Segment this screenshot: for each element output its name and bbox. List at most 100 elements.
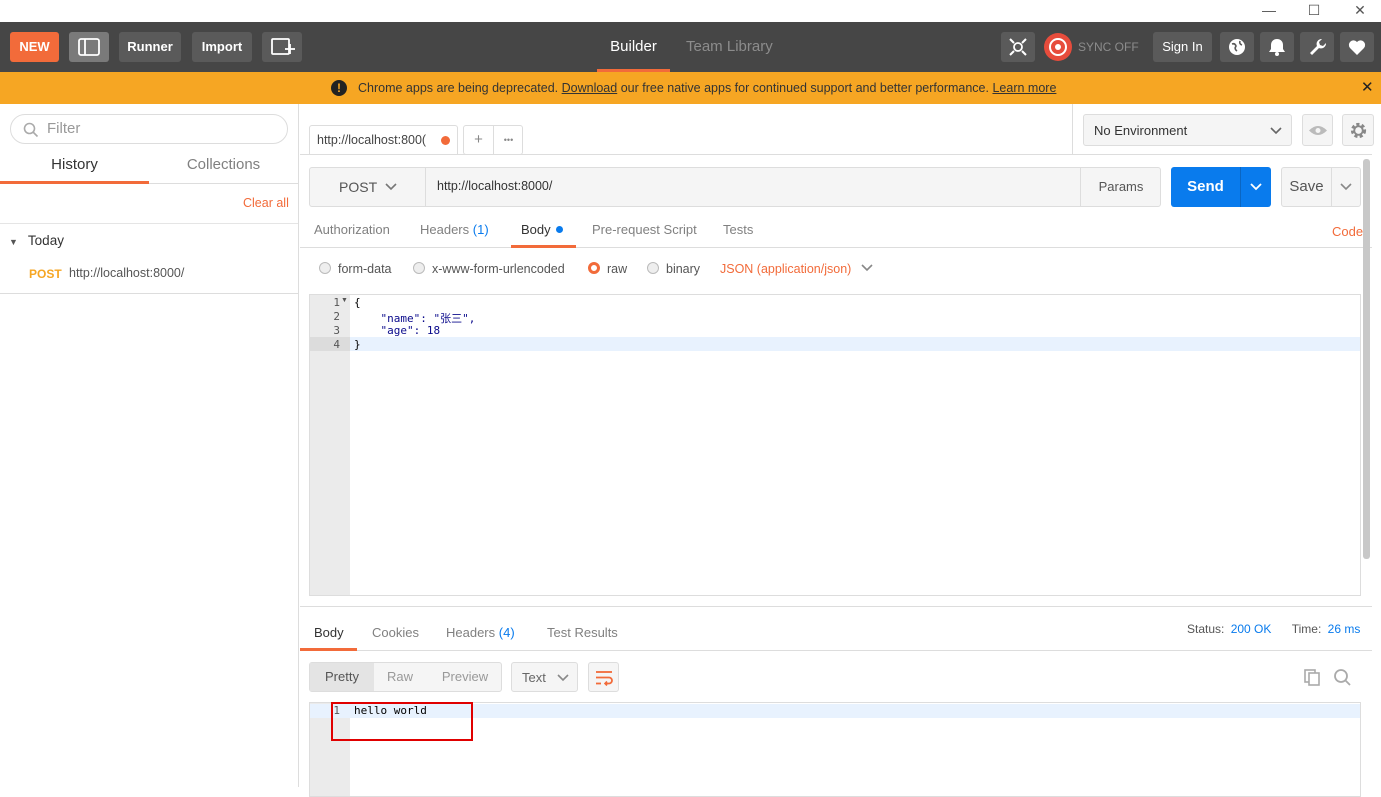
body-indicator-dot [556,226,564,233]
new-tab-button[interactable]: + [464,126,494,154]
banner-prefix: Chrome apps are being deprecated. [358,81,559,95]
wrap-lines-button[interactable] [588,662,619,692]
radio-form-data[interactable]: form-data [319,254,392,284]
sync-button[interactable] [1043,32,1073,62]
chevron-down-icon [1270,127,1282,135]
tab-history[interactable]: History [0,148,149,184]
favorites-button[interactable] [1340,32,1374,62]
section-divider [300,606,1372,607]
wrap-lines-icon [596,671,613,686]
unsaved-dot-icon [441,136,450,145]
sign-in-button[interactable]: Sign In [1153,32,1212,62]
send-button[interactable]: Send [1171,167,1240,207]
history-group-today[interactable]: ▼ Today [9,233,64,248]
response-tab-headers[interactable]: Headers (4) [446,615,515,651]
radio-button [647,262,659,274]
url-input[interactable]: http://localhost:8000/ [427,168,1080,206]
radio-button [413,262,425,274]
tab-builder[interactable]: Builder [597,22,670,72]
minimize-button[interactable]: — [1246,0,1292,22]
method-value: POST [339,179,378,195]
radio-button [319,262,331,274]
learn-more-link[interactable]: Learn more [992,81,1056,95]
response-meta: Status: 200 OK Time: 26 ms [1187,622,1360,636]
params-button[interactable]: Params [1080,168,1161,206]
tab-team-library[interactable]: Team Library [686,22,773,72]
history-item[interactable]: POST http://localhost:8000/ [0,258,298,294]
radio-label: binary [666,262,701,276]
method-select[interactable]: POST [310,168,426,206]
save-options-button[interactable] [1331,168,1360,206]
download-link[interactable]: Download [562,81,618,95]
tab-headers-label: Headers [420,222,470,237]
view-pretty-button[interactable]: Pretty [310,663,374,691]
sync-status: SYNC OFF [1078,40,1139,54]
heart-icon [1348,40,1366,55]
eye-icon [1309,126,1327,135]
save-button[interactable]: Save [1282,168,1331,206]
response-tab-cookies[interactable]: Cookies [372,615,419,651]
save-button-group: Save [1281,167,1361,207]
interceptor-button[interactable] [1001,32,1035,62]
tab-more-button[interactable]: ••• [494,126,523,154]
content-type-select[interactable]: JSON (application/json) [720,254,873,284]
new-window-button[interactable] [262,32,302,62]
search-icon [23,122,39,138]
radio-raw[interactable]: raw [588,254,627,284]
import-button[interactable]: Import [192,32,252,62]
response-tabs: Body Cookies Headers (4) Test Results St… [300,615,1372,651]
tab-pre-request-script[interactable]: Pre-request Script [592,212,697,248]
chevron-down-icon [861,264,873,272]
filter-input[interactable]: Filter [10,114,288,144]
new-button[interactable]: NEW [10,32,59,62]
runner-button[interactable]: Runner [119,32,181,62]
tab-authorization[interactable]: Authorization [314,212,390,248]
copy-icon[interactable] [1303,668,1322,687]
status-label: Status: [1187,622,1225,636]
fold-caret-icon[interactable]: ▼ [341,297,348,304]
response-tab-body[interactable]: Body [300,615,357,651]
quick-look-button[interactable] [1302,114,1333,146]
manage-environments-button[interactable] [1342,114,1374,146]
code-link[interactable]: Code [1332,214,1363,250]
tab-collections[interactable]: Collections [149,148,298,184]
radio-button-selected [588,262,600,274]
request-tab[interactable]: http://localhost:800( [309,125,458,155]
environment-select[interactable]: No Environment [1083,114,1292,146]
response-format-select[interactable]: Text [511,662,578,692]
banner-middle: our free native apps for continued suppo… [620,81,989,95]
satellite-icon [1009,38,1027,56]
response-tab-test-results[interactable]: Test Results [547,615,618,651]
toggle-sidebar-button[interactable] [69,32,109,62]
radio-binary[interactable]: binary [647,254,700,284]
close-window-button[interactable]: ✕ [1337,0,1381,22]
tab-tests[interactable]: Tests [723,212,753,248]
radio-label: x-www-form-urlencoded [432,262,565,276]
tab-body[interactable]: Body [511,212,576,248]
sync-icon [1044,33,1072,61]
status-value: 200 OK [1230,622,1272,636]
runtime-status-button[interactable] [1220,32,1254,62]
environment-selected: No Environment [1094,123,1188,138]
code-line: { [354,296,361,309]
search-icon[interactable] [1333,668,1352,687]
request-subtabs: Authorization Headers (1) Body Pre-reque… [300,212,1372,248]
group-label: Today [27,233,64,248]
warning-icon: ! [331,80,347,96]
maximize-button[interactable]: ☐ [1291,0,1337,22]
view-preview-button[interactable]: Preview [430,663,500,691]
sidebar: Filter History Collections Clear all ▼ To… [0,104,299,787]
chevron-down-icon [557,674,569,682]
main-scrollbar[interactable] [1363,159,1370,559]
radio-urlencoded[interactable]: x-www-form-urlencoded [413,254,565,284]
tab-headers[interactable]: Headers (1) [420,212,489,248]
clear-all-link[interactable]: Clear all [243,196,289,210]
request-body-editor[interactable]: 1 ▼ 2 3 4 { "name": "张三", "age": 18 } [309,294,1361,596]
settings-button[interactable] [1300,32,1334,62]
close-icon: ✕ [1354,2,1366,18]
banner-close-icon[interactable]: ✕ [1361,72,1374,104]
view-raw-button[interactable]: Raw [374,663,426,691]
notifications-button[interactable] [1260,32,1294,62]
send-options-button[interactable] [1240,167,1271,207]
tabstrip-divider [300,154,1372,155]
